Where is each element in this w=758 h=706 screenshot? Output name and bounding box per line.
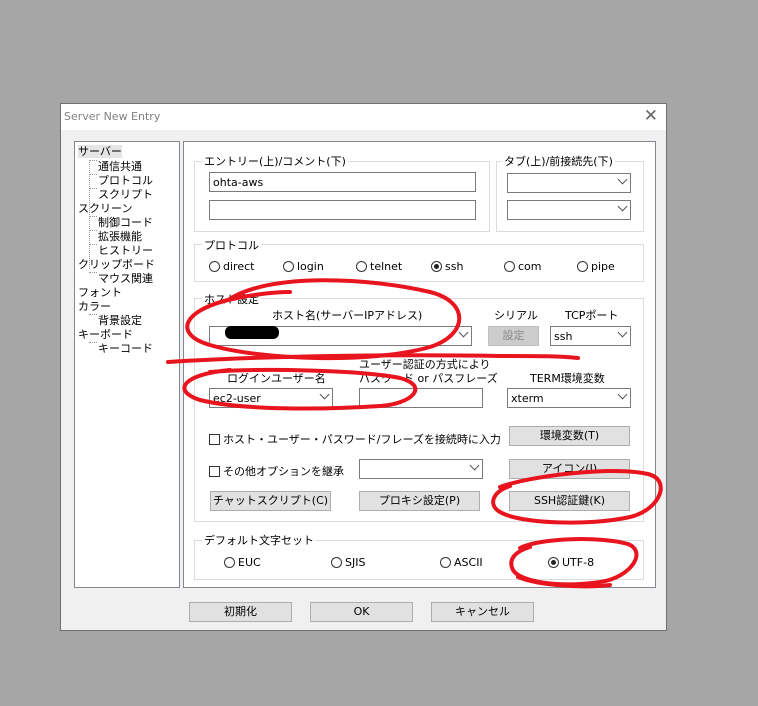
proxy-settings-button[interactable]: プロキシ設定(P) xyxy=(359,491,480,511)
password-input[interactable] xyxy=(359,388,483,408)
radio-ascii[interactable]: ASCII xyxy=(440,556,483,569)
tree-item-mouse[interactable]: マウス関連 xyxy=(98,272,153,285)
comment-input[interactable] xyxy=(209,200,476,220)
chat-script-button[interactable]: チャットスクリプト(C) xyxy=(210,491,331,511)
window-title: Server New Entry xyxy=(64,110,161,123)
settings-panel: エントリー(上)/コメント(下) ohta-aws タブ(上)/前接続先(下) … xyxy=(183,141,656,588)
term-env-label: TERM環境変数 xyxy=(530,372,605,385)
tcp-port-select[interactable]: ssh xyxy=(550,326,631,346)
radio-pipe[interactable]: pipe xyxy=(577,260,615,273)
checkbox-icon xyxy=(209,434,220,445)
tree-item-screen[interactable]: スクリーン xyxy=(78,202,132,215)
tree-item-protocol[interactable]: プロトコル xyxy=(98,174,153,187)
tree-item-server[interactable]: サーバー xyxy=(78,145,122,158)
chevron-down-icon xyxy=(319,389,330,400)
title-bar: Server New Entry ✕ xyxy=(61,104,666,130)
radio-telnet[interactable]: telnet xyxy=(356,260,402,273)
redacted-hostname xyxy=(225,326,279,339)
radio-selected-icon xyxy=(431,261,442,272)
chevron-down-icon xyxy=(458,327,469,338)
radio-circle-icon xyxy=(440,557,451,568)
checkbox-icon xyxy=(209,466,220,477)
tree-item-background[interactable]: 背景設定 xyxy=(98,314,142,327)
chevron-down-icon xyxy=(617,327,628,338)
chevron-down-icon xyxy=(469,460,480,471)
tree-item-clipboard[interactable]: クリップボード xyxy=(78,258,155,271)
close-icon[interactable]: ✕ xyxy=(644,106,658,126)
charset-label: デフォルト文字セット xyxy=(202,532,316,548)
tab-select[interactable] xyxy=(507,173,631,193)
protocol-label: プロトコル xyxy=(202,237,261,253)
entry-input[interactable]: ohta-aws xyxy=(209,172,476,192)
tree-item-keyboard[interactable]: キーボード xyxy=(78,328,133,341)
auth-label-2: パスワード or パスフレーズ xyxy=(359,372,498,385)
radio-ssh[interactable]: ssh xyxy=(431,260,463,273)
radio-direct[interactable]: direct xyxy=(209,260,254,273)
ssh-key-button[interactable]: SSH認証鍵(K) xyxy=(509,491,630,511)
tree-connector xyxy=(89,342,97,343)
tree-item-font[interactable]: フォント xyxy=(78,286,122,299)
tree-connector xyxy=(89,174,97,175)
settings-tree: サーバー 通信共通 プロトコル スクリプト スクリーン 制御コード 拡張機能 ヒ… xyxy=(74,141,180,588)
tree-connector xyxy=(89,188,97,189)
entry-label: エントリー(上)/コメント(下) xyxy=(202,153,348,169)
tree-item-comm[interactable]: 通信共通 xyxy=(98,160,142,173)
radio-utf8[interactable]: UTF-8 xyxy=(548,556,594,569)
radio-circle-icon xyxy=(224,557,235,568)
serial-label: シリアル xyxy=(494,309,538,322)
term-env-select[interactable]: xterm xyxy=(507,388,631,408)
radio-selected-icon xyxy=(548,557,559,568)
tree-connector xyxy=(89,230,97,231)
chevron-down-icon xyxy=(617,174,628,185)
tcp-port-label: TCPポート xyxy=(565,309,619,322)
chevron-down-icon xyxy=(617,389,628,400)
server-new-entry-dialog: Server New Entry ✕ サーバー 通信共通 プロトコル スクリプト… xyxy=(60,103,667,631)
radio-circle-icon xyxy=(356,261,367,272)
tree-item-color[interactable]: カラー xyxy=(78,300,111,313)
icon-button[interactable]: アイコン(I) xyxy=(509,459,630,479)
tree-connector xyxy=(89,216,97,217)
tree-item-script[interactable]: スクリプト xyxy=(98,188,153,201)
login-user-select[interactable]: ec2-user xyxy=(209,388,333,408)
prompt-on-connect-checkbox[interactable]: ホスト・ユーザー・パスワード/フレーズを接続時に入力 xyxy=(209,431,501,447)
serial-settings-button[interactable]: 設定 xyxy=(488,326,539,346)
login-user-label: ログインユーザー名 xyxy=(227,372,326,385)
inherit-options-checkbox[interactable]: その他オプションを継承 xyxy=(209,463,344,479)
tree-item-keycode[interactable]: キーコード xyxy=(98,342,153,355)
tree-item-history[interactable]: ヒストリー xyxy=(98,244,153,257)
tree-item-extension[interactable]: 拡張機能 xyxy=(98,230,142,243)
cancel-button[interactable]: キャンセル xyxy=(431,602,534,622)
tab-label: タブ(上)/前接続先(下) xyxy=(502,153,615,169)
radio-circle-icon xyxy=(209,261,220,272)
radio-circle-icon xyxy=(331,557,342,568)
radio-circle-icon xyxy=(283,261,294,272)
tree-connector xyxy=(89,244,97,245)
ok-button[interactable]: OK xyxy=(310,602,413,622)
tree-connector xyxy=(89,272,97,273)
radio-circle-icon xyxy=(577,261,588,272)
radio-com[interactable]: com xyxy=(504,260,542,273)
reset-button[interactable]: 初期化 xyxy=(189,602,292,622)
inherit-options-select[interactable] xyxy=(359,459,483,479)
chevron-down-icon xyxy=(617,201,628,212)
env-vars-button[interactable]: 環境変数(T) xyxy=(509,426,630,446)
radio-login[interactable]: login xyxy=(283,260,324,273)
tree-connector xyxy=(89,160,97,161)
host-group-label: ホスト設定 xyxy=(202,291,261,307)
tree-connector xyxy=(89,314,97,315)
radio-circle-icon xyxy=(504,261,515,272)
host-label: ホスト名(サーバーIPアドレス) xyxy=(272,309,423,322)
radio-sjis[interactable]: SJIS xyxy=(331,556,365,569)
tree-item-control-code[interactable]: 制御コード xyxy=(98,216,153,229)
radio-euc[interactable]: EUC xyxy=(224,556,261,569)
prev-connection-select[interactable] xyxy=(507,200,631,220)
tab-group xyxy=(496,161,644,232)
